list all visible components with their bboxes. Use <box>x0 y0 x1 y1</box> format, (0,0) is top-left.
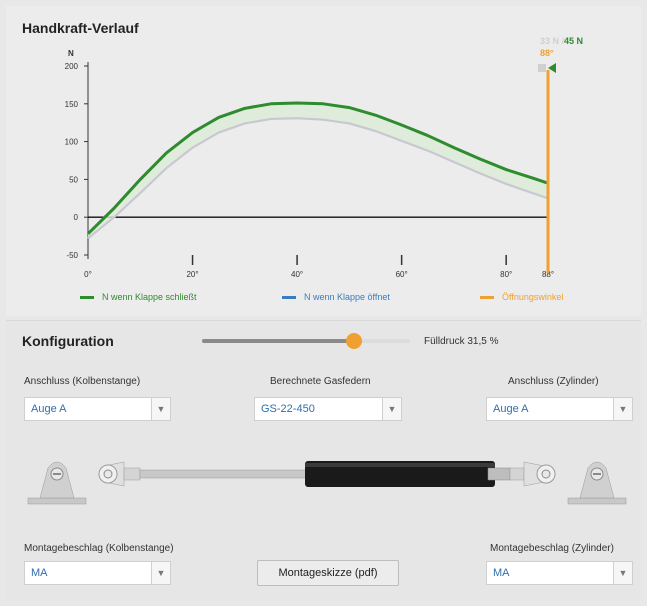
legend-label: N wenn Klappe öffnet <box>304 292 390 302</box>
x-tick-label: 0° <box>84 270 92 279</box>
select-value: MA <box>31 567 48 579</box>
x-tick-label: 60° <box>396 270 408 279</box>
anschluss-zyl-label: Anschluss (Zylinder) <box>508 376 599 387</box>
y-unit-label: N <box>68 49 74 58</box>
select-value: Auge A <box>493 403 529 415</box>
gasfeder-select[interactable]: GS-22-450 ▼ <box>254 397 402 421</box>
anschluss-zyl-select[interactable]: Auge A ▼ <box>486 397 633 421</box>
eye-end-right-icon <box>509 461 556 487</box>
gasfeder-label: Berechnete Gasfedern <box>270 376 371 387</box>
select-value: Auge A <box>31 403 67 415</box>
piston-rod <box>139 469 309 479</box>
x-tick-label: 40° <box>291 270 303 279</box>
legend-swatch <box>480 295 494 299</box>
y-tick-label: 150 <box>65 100 79 109</box>
legend-label: Öffnungswinkel <box>502 292 564 302</box>
select-value: MA <box>493 567 510 579</box>
config-title: Konfiguration <box>22 333 114 349</box>
y-tick-label: 0 <box>74 213 79 222</box>
y-tick-label: 200 <box>65 62 79 71</box>
montage-zyl-label: Montagebeschlag (Zylinder) <box>490 543 614 554</box>
chevron-down-icon[interactable]: ▼ <box>151 562 170 584</box>
x-tick-label: 80° <box>500 270 512 279</box>
montage-kolben-label: Montagebeschlag (Kolbenstange) <box>24 543 174 554</box>
fill-label: Fülldruck 31,5 % <box>424 336 499 347</box>
chevron-down-icon[interactable]: ▼ <box>613 398 632 420</box>
y-tick-label: 100 <box>65 138 79 147</box>
curve-band <box>88 103 548 239</box>
fill-slider[interactable] <box>202 333 410 349</box>
readout-prefix: 33 N / <box>540 36 565 46</box>
chevron-down-icon[interactable]: ▼ <box>382 398 401 420</box>
bracket-right-icon <box>567 461 627 505</box>
chevron-down-icon[interactable]: ▼ <box>151 398 170 420</box>
select-value: GS-22-450 <box>261 403 315 415</box>
montage-zyl-select[interactable]: MA ▼ <box>486 561 633 585</box>
montageskizze-button[interactable]: Montageskizze (pdf) <box>257 560 399 586</box>
anschluss-kolben-select[interactable]: Auge A ▼ <box>24 397 171 421</box>
anschluss-kolben-label: Anschluss (Kolbenstange) <box>24 376 141 387</box>
legend-open: N wenn Klappe öffnet <box>282 292 390 302</box>
montage-kolben-select[interactable]: MA ▼ <box>24 561 171 585</box>
legend-swatch <box>80 295 94 299</box>
legend-swatch <box>282 295 296 299</box>
legend-label: N wenn Klappe schließt <box>102 292 197 302</box>
chevron-down-icon[interactable]: ▼ <box>613 562 632 584</box>
slider-handle[interactable] <box>345 333 362 349</box>
y-tick-label: -50 <box>66 251 78 260</box>
readout-force: 45 N <box>564 36 584 46</box>
legend-angle: Öffnungswinkel <box>480 292 563 302</box>
x-tick-label: 20° <box>186 270 198 279</box>
series-line <box>87 117 549 240</box>
gas-spring-illustration <box>27 461 627 505</box>
legend-close: N wenn Klappe schließt <box>80 292 197 302</box>
angle-marker-ghost <box>538 64 546 72</box>
y-tick-label: 50 <box>69 175 78 184</box>
bracket-left-icon <box>27 461 87 505</box>
eye-end-left-icon <box>98 461 141 487</box>
slider-fill <box>202 339 354 343</box>
readout-angle: 88° <box>540 48 554 58</box>
force-chart: N 200 150 100 50 0 -50 0° 20° 40° 60° 80° 88° <box>65 49 556 279</box>
